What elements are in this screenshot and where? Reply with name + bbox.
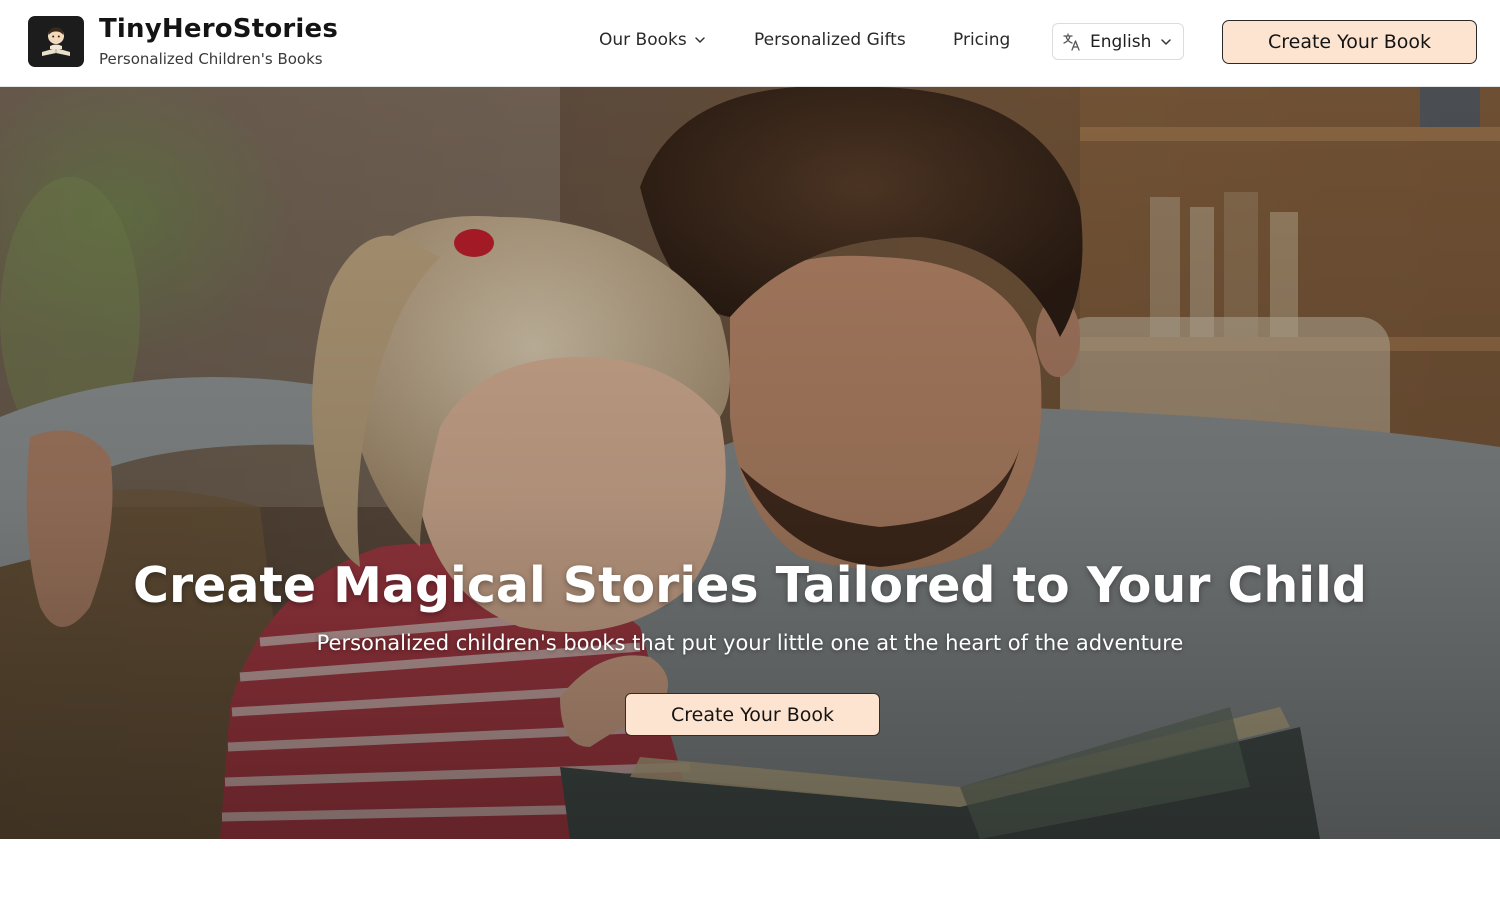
- nav-item-label: Pricing: [953, 30, 1011, 50]
- nav-item-label: Our Books: [599, 30, 687, 50]
- child-reading-book-icon: [42, 26, 70, 56]
- create-book-button-header[interactable]: Create Your Book: [1222, 20, 1477, 64]
- logo[interactable]: [28, 16, 84, 67]
- nav-item-pricing[interactable]: Pricing: [953, 30, 1010, 50]
- brand-name[interactable]: TinyHeroStories: [99, 14, 338, 44]
- chevron-down-icon: [1161, 38, 1172, 45]
- brand-tagline: Personalized Children's Books: [99, 50, 323, 68]
- hero-section: Create Magical Stories Tailored to Your …: [0, 87, 1500, 839]
- translate-icon: [1063, 32, 1080, 51]
- nav-item-label: Personalized Gifts: [754, 30, 906, 50]
- site-header: TinyHeroStories Personalized Children's …: [0, 0, 1500, 87]
- chevron-down-icon: [694, 37, 705, 43]
- language-select[interactable]: English: [1052, 23, 1184, 60]
- hero-subtitle: Personalized children's books that put y…: [316, 631, 1184, 655]
- create-book-button-hero[interactable]: Create Your Book: [625, 693, 880, 736]
- nav-item-personalized-gifts[interactable]: Personalized Gifts: [754, 30, 906, 50]
- hero-title: Create Magical Stories Tailored to Your …: [133, 557, 1367, 614]
- language-selected-value: English: [1090, 31, 1152, 52]
- nav-item-our-books[interactable]: Our Books: [599, 30, 707, 50]
